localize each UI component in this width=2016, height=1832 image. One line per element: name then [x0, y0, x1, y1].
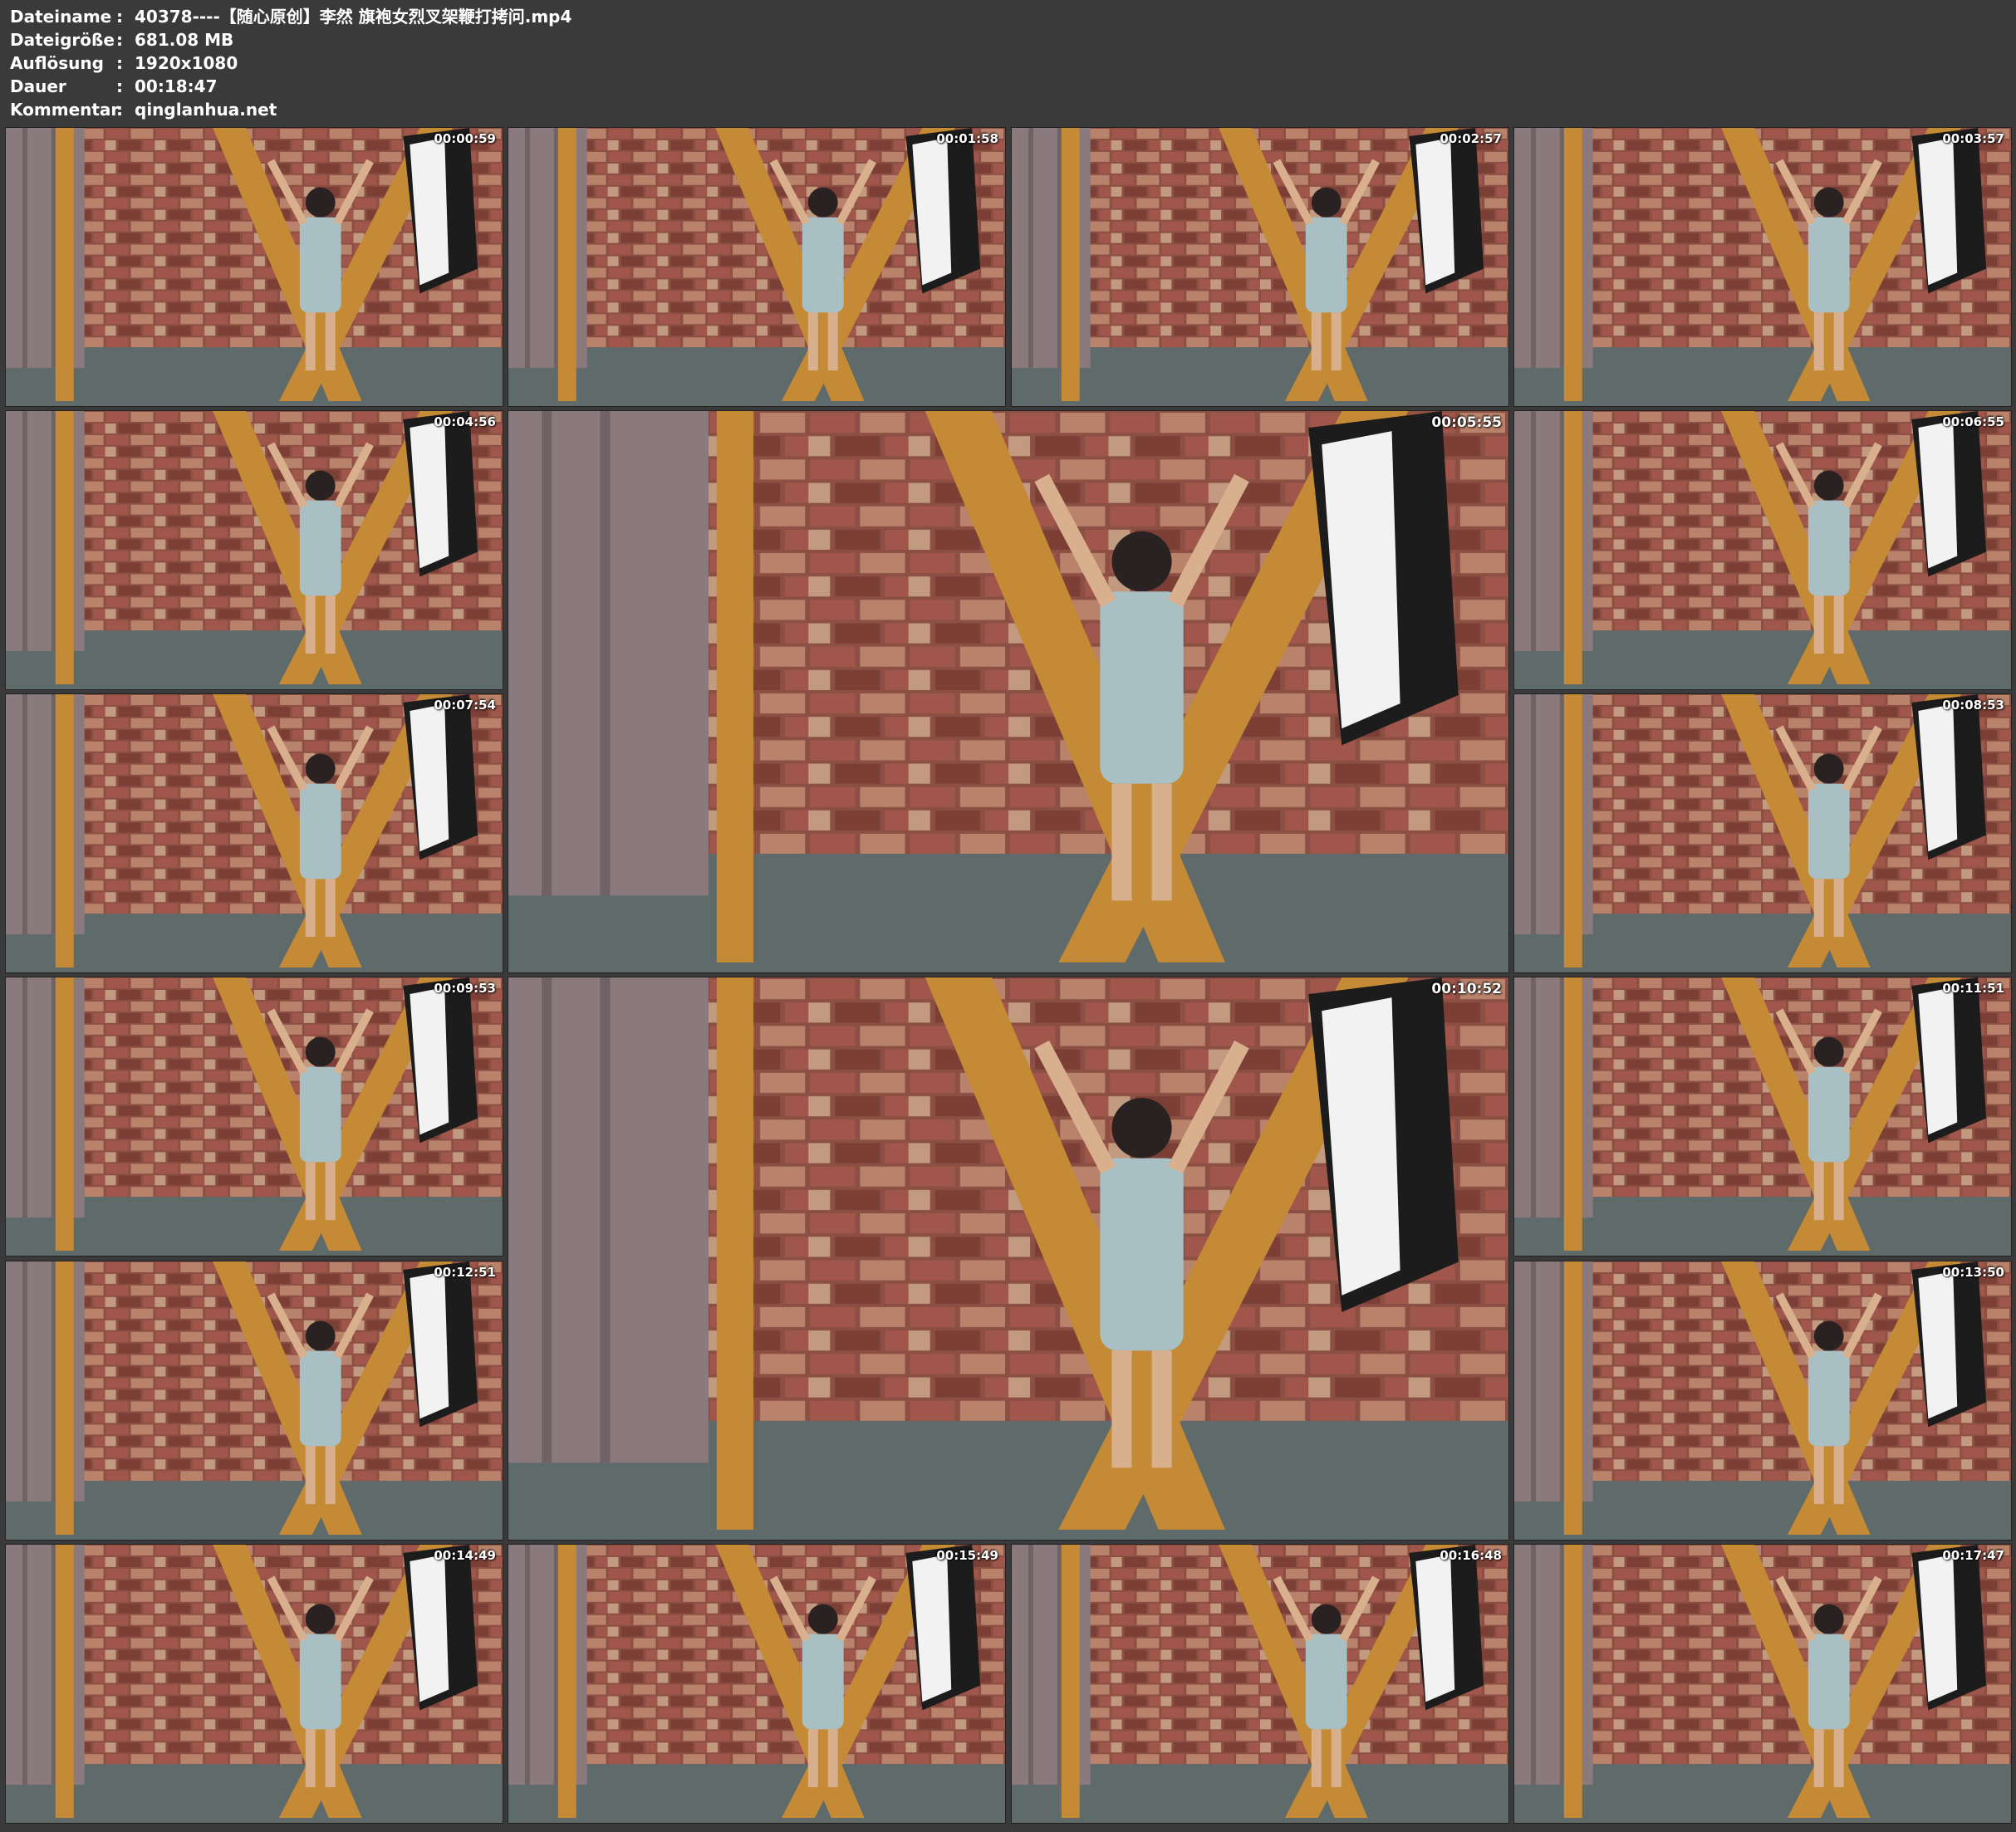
thumbnail-timestamp: 00:05:55 — [1431, 414, 1502, 431]
thumbnail-frame[interactable]: 00:04:56 — [5, 410, 503, 690]
thumbnail-frame[interactable]: 00:16:48 — [1011, 1544, 1509, 1824]
thumbnail-frame[interactable]: 00:06:55 — [1513, 410, 2012, 690]
thumbnail-timestamp: 00:14:49 — [434, 1548, 496, 1563]
thumbnail-timestamp: 00:02:57 — [1440, 131, 1502, 146]
thumbnail-frame[interactable]: 00:17:47 — [1513, 1544, 2012, 1824]
thumbnail-frame[interactable]: 00:07:54 — [5, 693, 503, 973]
video-frame-scene — [1514, 1261, 2011, 1540]
thumbnail-frame[interactable]: 00:15:49 — [508, 1544, 1006, 1824]
thumbnail-timestamp: 00:04:56 — [434, 414, 496, 429]
thumbnail-timestamp: 00:13:50 — [1942, 1265, 2004, 1280]
video-frame-scene — [508, 411, 1508, 972]
video-frame-scene — [6, 411, 503, 689]
video-frame-scene — [508, 977, 1508, 1540]
thumbnail-timestamp: 00:15:49 — [936, 1548, 998, 1563]
thumbnail-frame[interactable]: 00:12:51 — [5, 1261, 503, 1541]
thumbnail-timestamp: 00:17:47 — [1942, 1548, 2004, 1563]
video-frame-scene — [6, 694, 503, 972]
thumbnail-frame[interactable]: 00:13:50 — [1513, 1261, 2012, 1541]
thumbnail-frame[interactable]: 00:11:51 — [1513, 977, 2012, 1256]
video-frame-scene — [1012, 1545, 1508, 1823]
video-frame-scene — [1514, 128, 2011, 406]
video-frame-scene — [1514, 1545, 2011, 1823]
video-frame-scene — [1012, 128, 1508, 406]
video-frame-scene — [6, 977, 503, 1256]
thumbnail-frame[interactable]: 00:00:59 — [5, 127, 503, 407]
thumbnail-timestamp: 00:11:51 — [1942, 981, 2004, 996]
thumbnail-timestamp: 00:10:52 — [1431, 981, 1502, 997]
thumbnail-frame[interactable]: 00:05:55 — [508, 410, 1509, 973]
thumbnail-timestamp: 00:06:55 — [1942, 414, 2004, 429]
video-frame-scene — [508, 1545, 1005, 1823]
thumbnail-frame[interactable]: 00:10:52 — [508, 977, 1509, 1541]
thumbnail-timestamp: 00:07:54 — [434, 698, 496, 713]
thumbnail-timestamp: 00:03:57 — [1942, 131, 2004, 146]
thumbnail-frame[interactable]: 00:14:49 — [5, 1544, 503, 1824]
video-frame-scene — [1514, 694, 2011, 972]
thumbnail-timestamp: 00:01:58 — [936, 131, 998, 146]
video-frame-scene — [1514, 977, 2011, 1256]
video-frame-scene — [1514, 411, 2011, 689]
thumbnail-timestamp: 00:16:48 — [1440, 1548, 1502, 1563]
thumbnail-frame[interactable]: 00:01:58 — [508, 127, 1006, 407]
thumbnail-grid: 00:00:59 00:01:58 00:02:57 00:03:57 00:04:56… — [0, 0, 2016, 1832]
thumbnail-frame[interactable]: 00:03:57 — [1513, 127, 2012, 407]
thumbnail-timestamp: 00:09:53 — [434, 981, 496, 996]
video-frame-scene — [6, 1545, 503, 1823]
video-frame-scene — [6, 1261, 503, 1540]
thumbnail-timestamp: 00:12:51 — [434, 1265, 496, 1280]
video-frame-scene — [6, 128, 503, 406]
video-frame-scene — [508, 128, 1005, 406]
thumbnail-timestamp: 00:00:59 — [434, 131, 496, 146]
thumbnail-frame[interactable]: 00:02:57 — [1011, 127, 1509, 407]
thumbnail-frame[interactable]: 00:08:53 — [1513, 693, 2012, 973]
thumbnail-timestamp: 00:08:53 — [1942, 698, 2004, 713]
thumbnail-frame[interactable]: 00:09:53 — [5, 977, 503, 1256]
